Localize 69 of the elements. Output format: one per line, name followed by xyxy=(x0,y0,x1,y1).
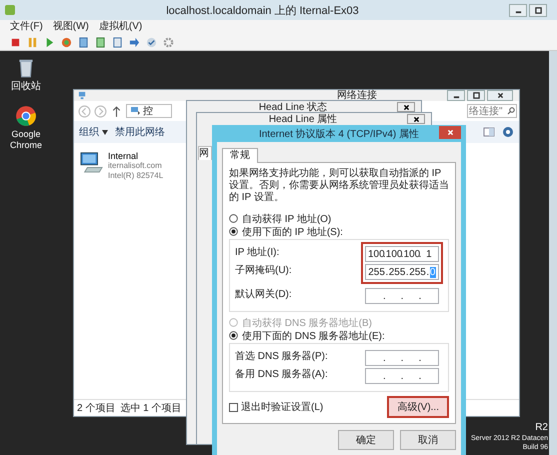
dialog-button[interactable]: 取消 xyxy=(400,430,456,450)
document-icon[interactable] xyxy=(95,36,106,48)
address-bar[interactable]: 控 xyxy=(126,104,172,118)
minimize-button[interactable] xyxy=(447,90,465,101)
window-title: localhost.localdomain 上的 Iternal-Ex03 xyxy=(165,4,360,18)
arrow-icon[interactable] xyxy=(129,36,140,48)
close-button[interactable] xyxy=(487,90,513,101)
status-text: 选中 1 个项目 xyxy=(120,402,182,415)
maximize-icon xyxy=(534,6,542,14)
ip-address-field[interactable]: . . . xyxy=(365,368,439,384)
network-adapter-icon[interactable] xyxy=(80,151,104,173)
field-label: 默认网关(D): xyxy=(235,288,292,302)
toolbar-button[interactable]: 组织 xyxy=(79,125,108,139)
menu-item[interactable]: 虚拟机(V) xyxy=(98,20,142,34)
radio-button[interactable]: 使用下面的 DNS 服务器地址(E): xyxy=(229,329,385,342)
search-icon xyxy=(507,107,515,115)
checkbox[interactable]: 退出时验证设置(L) xyxy=(229,400,324,414)
document-icon[interactable] xyxy=(78,36,89,48)
desktop-icon-label: 回收站 xyxy=(11,81,41,92)
network-icon xyxy=(78,91,87,100)
status-text: 2 个项目 xyxy=(77,402,116,415)
circle-icon[interactable] xyxy=(61,36,72,48)
adapter-name: Intel(R) 82574L xyxy=(108,171,164,181)
description-text: 如果网络支持此功能，则可以获取自动指派的 IP 设置。否则，你需要从网络系统管理员处获得适当的 IP 设置。 xyxy=(229,168,449,204)
pane-icon[interactable] xyxy=(483,126,495,138)
close-button[interactable] xyxy=(397,102,415,112)
ip-address-field[interactable]: . . . xyxy=(365,288,439,304)
ip-address-field[interactable]: 255.255.255.0 xyxy=(365,264,439,280)
close-icon xyxy=(446,129,454,136)
close-icon xyxy=(402,104,410,110)
ip-address-field[interactable]: 100.100.100. 1 xyxy=(365,246,439,262)
desktop-icon-label: Google Chrome xyxy=(8,129,43,151)
close-icon xyxy=(412,116,420,122)
check-icon[interactable] xyxy=(146,36,157,48)
dialog-title: Internet 协议版本 4 (TCP/IPv4) 属性 xyxy=(258,128,420,140)
tab[interactable]: 常规 xyxy=(222,148,258,163)
menu-item[interactable]: 视图(W) xyxy=(52,20,89,34)
field-label: IP 地址(I): xyxy=(235,246,280,260)
advanced-button[interactable]: 高级(V)... xyxy=(387,396,449,418)
field-label: 首选 DNS 服务器(P): xyxy=(235,350,328,364)
window-title: 网络连接 xyxy=(337,90,377,101)
play-icon[interactable] xyxy=(44,36,55,48)
maximize-icon xyxy=(472,92,480,99)
toolbar-button[interactable]: 禁用此网络 xyxy=(115,125,165,139)
radio-button[interactable]: 使用下面的 IP 地址(S): xyxy=(229,225,343,238)
document-icon[interactable] xyxy=(112,36,123,48)
maximize-button[interactable] xyxy=(529,4,547,16)
window-title: Head Line 属性 xyxy=(268,114,338,125)
menu-item[interactable]: 文件(F) xyxy=(10,20,43,34)
dialog-button[interactable]: 确定 xyxy=(338,430,394,450)
maximize-button[interactable] xyxy=(467,90,485,101)
search-field[interactable]: 络连接" xyxy=(467,104,517,118)
ip-address-field[interactable]: . . . xyxy=(365,350,439,366)
connection-domain: iternalisoft.com xyxy=(108,161,163,171)
app-icon xyxy=(4,4,16,16)
edition-text: R2 xyxy=(535,422,548,434)
stop-icon[interactable] xyxy=(10,36,21,48)
browser-icon[interactable] xyxy=(15,105,37,127)
close-icon xyxy=(496,92,504,99)
tab[interactable]: 网 xyxy=(198,146,212,160)
field-label: 子网掩码(U): xyxy=(235,264,292,278)
radio-button[interactable]: 自动获得 IP 地址(O) xyxy=(229,212,332,225)
window-title: Head Line 状态 xyxy=(258,102,328,112)
caret-icon xyxy=(102,130,108,134)
close-button[interactable] xyxy=(407,114,425,124)
up-arrow-icon[interactable] xyxy=(110,104,123,118)
connection-name: Internal xyxy=(108,151,140,161)
field-label: 备用 DNS 服务器(A): xyxy=(235,368,328,382)
minimize-button[interactable] xyxy=(509,4,527,16)
